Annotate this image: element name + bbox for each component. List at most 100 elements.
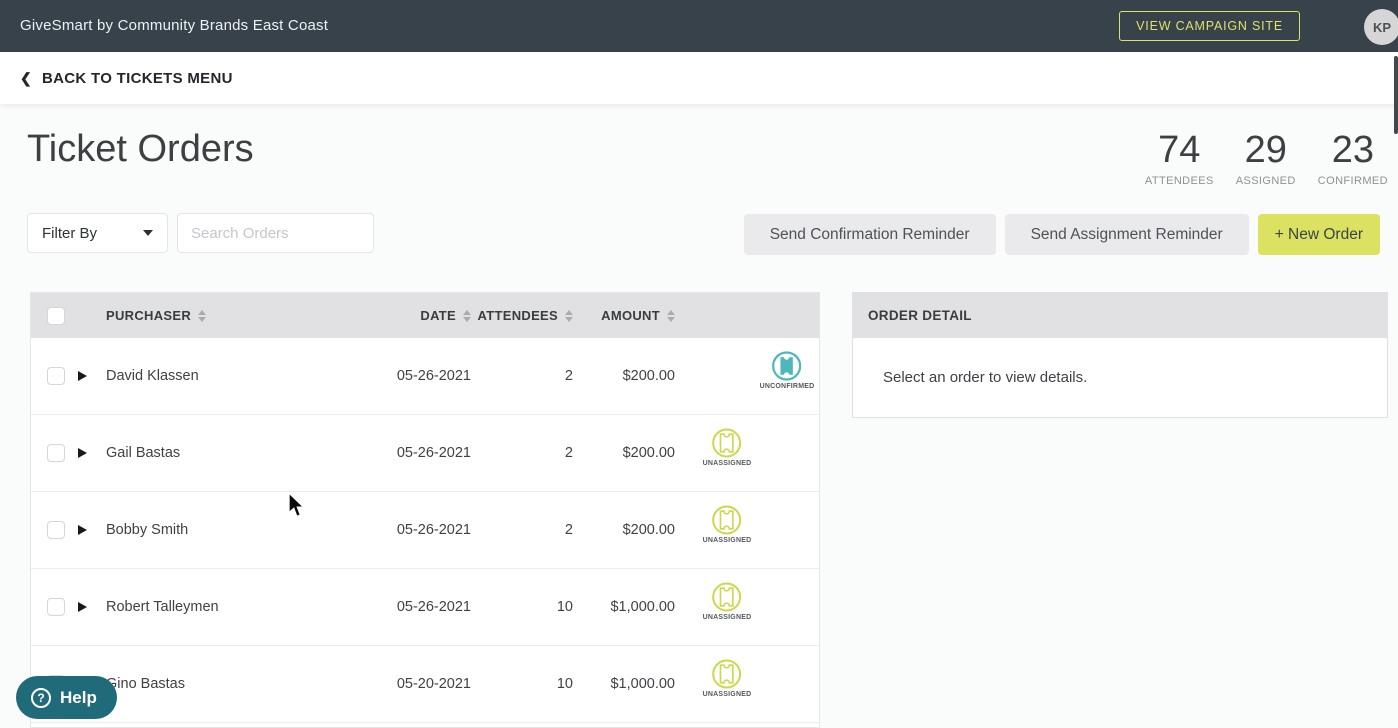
- help-button[interactable]: ? Help: [16, 676, 117, 719]
- status-cell: UNASSIGNED UNASSIGNED: [675, 492, 819, 568]
- stat-assigned: 29 ASSIGNED: [1235, 129, 1296, 187]
- table-row[interactable]: Gail Bastas 05-26-2021 2 $200.00 UNASSIG…: [31, 415, 819, 492]
- order-amount: $200.00: [622, 445, 675, 461]
- summary-stats: 74 ATTENDEES 29 ASSIGNED 23 CONFIRMED: [1144, 129, 1388, 187]
- ticket-unassigned-icon: [712, 428, 742, 458]
- app-title: GiveSmart by Community Brands East Coast: [20, 17, 329, 34]
- ticket-orders-table: PURCHASER DATE ATTENDEES AMOUNT David Kl…: [30, 292, 820, 728]
- row-checkbox[interactable]: [47, 521, 65, 539]
- back-to-tickets-menu-link[interactable]: ❮ BACK TO TICKETS MENU: [20, 70, 233, 87]
- purchaser-name: Gino Bastas: [106, 676, 185, 692]
- order-date: 05-26-2021: [396, 368, 471, 384]
- status-cell: UNASSIGNED UNASSIGNED: [675, 415, 819, 491]
- order-attendees: 2: [564, 368, 573, 384]
- filter-by-label: Filter By: [42, 224, 98, 242]
- back-bar: ❮ BACK TO TICKETS MENU: [0, 52, 1398, 104]
- status-unassigned-badge: UNASSIGNED: [703, 658, 752, 698]
- help-label: Help: [60, 687, 97, 707]
- scrollbar-thumb[interactable]: [1394, 56, 1398, 134]
- status-unassigned-badge: UNASSIGNED: [703, 427, 752, 467]
- order-detail-header: ORDER DETAIL: [853, 293, 1387, 338]
- order-amount: $1,000.00: [610, 676, 675, 692]
- order-attendees: 10: [556, 599, 573, 615]
- stat-attendees-value: 74: [1158, 129, 1201, 171]
- sort-icon[interactable]: [667, 309, 675, 322]
- header-date[interactable]: DATE: [321, 308, 471, 323]
- status-label: UNASSIGNED: [702, 460, 752, 467]
- stat-confirmed-value: 23: [1331, 129, 1375, 171]
- send-assignment-reminder-button[interactable]: Send Assignment Reminder: [1004, 214, 1249, 255]
- status-cell: UNASSIGNED UNASSIGNED: [675, 569, 819, 645]
- expand-row-icon[interactable]: [78, 448, 87, 458]
- order-amount: $200.00: [622, 368, 675, 384]
- order-attendees: 2: [564, 522, 573, 538]
- sort-icon[interactable]: [198, 309, 207, 322]
- status-label: UNASSIGNED: [702, 537, 752, 544]
- stat-confirmed-label: CONFIRMED: [1317, 174, 1388, 187]
- purchaser-name: Bobby Smith: [106, 522, 189, 538]
- stat-assigned-value: 29: [1244, 129, 1287, 171]
- filter-by-dropdown[interactable]: Filter By: [27, 213, 168, 253]
- order-attendees: 2: [564, 445, 573, 461]
- ticket-unassigned-icon: [712, 505, 742, 535]
- top-bar: GiveSmart by Community Brands East Coast…: [0, 0, 1398, 52]
- filter-toolbar: Filter By: [27, 213, 374, 253]
- order-date: 05-26-2021: [396, 445, 471, 461]
- ticket-unassigned-icon: [712, 659, 742, 689]
- expand-row-icon[interactable]: [78, 602, 87, 612]
- order-date: 05-26-2021: [396, 522, 471, 538]
- status-label: UNCONFIRMED: [759, 383, 815, 390]
- status-unconfirmed-badge: UNCONFIRMED: [760, 350, 815, 390]
- table-header-row: PURCHASER DATE ATTENDEES AMOUNT: [31, 293, 819, 338]
- order-detail-panel: ORDER DETAIL Select an order to view det…: [852, 292, 1388, 418]
- row-checkbox[interactable]: [47, 367, 65, 385]
- row-checkbox[interactable]: [47, 598, 65, 616]
- sort-icon[interactable]: [565, 309, 573, 322]
- expand-row-icon[interactable]: [78, 525, 87, 535]
- table-row[interactable]: Bobby Smith 05-26-2021 2 $200.00 UNASSIG…: [31, 492, 819, 569]
- question-mark-icon: ?: [31, 687, 51, 708]
- new-order-button[interactable]: + New Order: [1257, 214, 1380, 255]
- back-link-label: BACK TO TICKETS MENU: [42, 69, 233, 87]
- order-amount: $1,000.00: [610, 599, 675, 615]
- caret-down-icon: [143, 230, 153, 236]
- order-date: 05-20-2021: [396, 676, 471, 692]
- stat-attendees: 74 ATTENDEES: [1144, 129, 1214, 187]
- status-unassigned-badge: UNASSIGNED: [703, 504, 752, 544]
- header-attendees[interactable]: ATTENDEES: [471, 308, 573, 323]
- ticket-unconfirmed-icon: [772, 351, 802, 381]
- order-detail-empty-message: Select an order to view details.: [883, 369, 1088, 386]
- table-row[interactable]: Gino Bastas 05-20-2021 10 $1,000.00 UNAS…: [31, 646, 819, 723]
- purchaser-name: David Klassen: [106, 368, 199, 384]
- table-row[interactable]: Robert Talleymen 05-26-2021 10 $1,000.00…: [31, 569, 819, 646]
- status-label: UNASSIGNED: [702, 691, 752, 698]
- header-purchaser[interactable]: PURCHASER: [106, 308, 321, 323]
- order-attendees: 10: [556, 676, 573, 692]
- status-cell: UNASSIGNED UNASSIGNED: [675, 646, 819, 722]
- view-campaign-site-button[interactable]: VIEW CAMPAIGN SITE: [1119, 11, 1300, 41]
- status-unassigned-badge: UNASSIGNED: [703, 581, 752, 621]
- expand-row-icon[interactable]: [78, 371, 87, 381]
- actions-toolbar: Send Confirmation Reminder Send Assignme…: [743, 214, 1380, 255]
- status-label: UNASSIGNED: [702, 614, 752, 621]
- select-all-checkbox[interactable]: [47, 306, 65, 325]
- send-confirmation-reminder-button[interactable]: Send Confirmation Reminder: [743, 214, 996, 255]
- back-chevron-icon: ❮: [20, 70, 33, 86]
- purchaser-name: Gail Bastas: [106, 445, 181, 461]
- stat-assigned-label: ASSIGNED: [1235, 174, 1296, 187]
- order-date: 05-26-2021: [396, 599, 471, 615]
- table-body: David Klassen 05-26-2021 2 $200.00 UNCON…: [31, 338, 819, 723]
- stat-attendees-label: ATTENDEES: [1144, 174, 1214, 187]
- header-amount[interactable]: AMOUNT: [573, 308, 675, 323]
- table-row[interactable]: David Klassen 05-26-2021 2 $200.00 UNCON…: [31, 338, 819, 415]
- search-orders-input[interactable]: [177, 213, 374, 253]
- row-checkbox[interactable]: [47, 444, 65, 462]
- user-avatar[interactable]: KP: [1364, 9, 1398, 45]
- purchaser-name: Robert Talleymen: [106, 599, 219, 615]
- order-amount: $200.00: [622, 522, 675, 538]
- sort-icon[interactable]: [463, 309, 471, 322]
- stat-confirmed: 23 CONFIRMED: [1317, 129, 1388, 187]
- ticket-unassigned-icon: [712, 582, 742, 612]
- header-status-spacer: [675, 293, 819, 338]
- page-title: Ticket Orders: [27, 128, 254, 170]
